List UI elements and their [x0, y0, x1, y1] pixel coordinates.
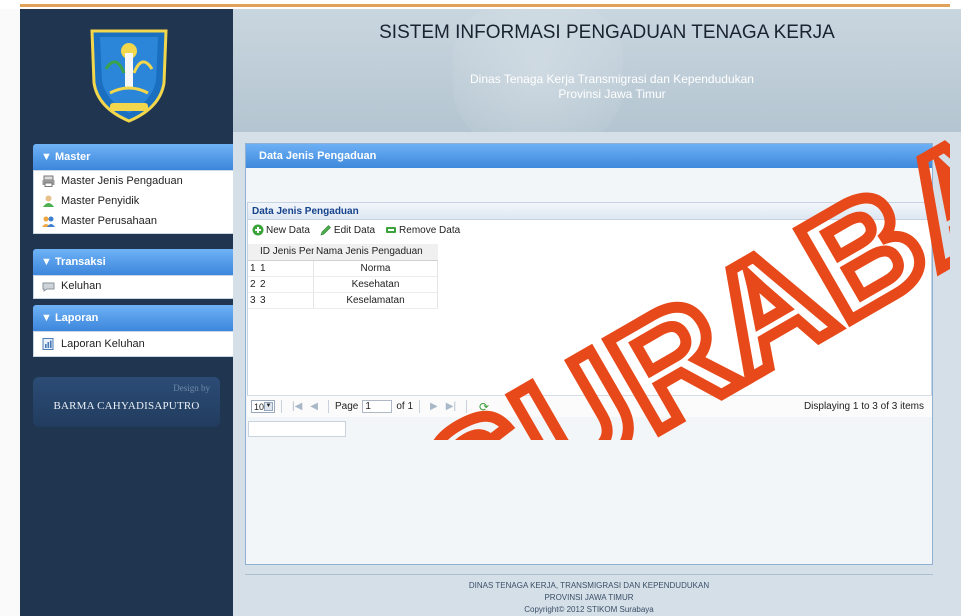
grid-title: Data Jenis Pengaduan	[248, 203, 931, 220]
panel-title: Data Jenis Pengaduan	[246, 144, 932, 168]
cell-id: 1	[258, 261, 314, 276]
grid-table: ID Jenis Pengaduan Nama Jenis Pengaduan …	[248, 244, 438, 309]
top-border	[0, 0, 961, 9]
sidebar: ▼ Master Master Jenis Pengaduan Master P…	[20, 9, 240, 616]
grid-toolbar: New Data Edit Data Remove Data	[248, 220, 931, 240]
page-size-select[interactable]: 10 ▼	[251, 400, 275, 413]
pager-divider	[328, 400, 329, 413]
search-input[interactable]	[248, 421, 346, 437]
row-number: 1	[250, 263, 256, 274]
top-accent-line	[20, 4, 950, 7]
footer-province: PROVINSI JAWA TIMUR	[544, 593, 634, 602]
remove-icon	[386, 227, 397, 233]
last-page-icon[interactable]: ▶|	[446, 401, 456, 412]
footer-agency: DINAS TENAGA KERJA, TRANSMIGRASI DAN KEP…	[468, 581, 710, 590]
sidebar-item-label: Master Jenis Pengaduan	[61, 175, 183, 187]
sidebar-item-laporan-keluhan[interactable]: Laporan Keluhan	[34, 332, 239, 356]
header-banner: SISTEM INFORMASI PENGADUAN TENAGA KERJA …	[233, 9, 961, 132]
sidebar-item-master-perusahaan[interactable]: Master Perusahaan	[34, 211, 239, 231]
complaint-icon	[42, 282, 55, 292]
content-panel: Data Jenis Pengaduan Data Jenis Pengadua…	[245, 143, 933, 565]
sidebar-item-master-jenis-pengaduan[interactable]: Master Jenis Pengaduan	[34, 171, 239, 191]
sidebar-group-master: Master Jenis Pengaduan Master Penyidik M…	[33, 170, 240, 234]
cell-id: 3	[258, 293, 314, 308]
sidebar-item-label: Master Perusahaan	[61, 215, 157, 227]
designer-name: BARMA CAHYADISAPUTRO	[53, 400, 200, 412]
jawa-timur-emblem-icon	[90, 29, 168, 123]
sidebar-item-master-penyidik[interactable]: Master Penyidik	[34, 191, 239, 211]
cell-name: Keselamatan	[314, 293, 438, 308]
edit-data-label: Edit Data	[333, 224, 376, 236]
printer-icon	[42, 175, 55, 187]
column-header-id[interactable]: ID Jenis Pengaduan	[258, 244, 314, 260]
new-data-button[interactable]: New Data	[252, 224, 310, 236]
design-by-label: Design by	[173, 383, 210, 393]
sidebar-item-label: Keluhan	[61, 280, 102, 292]
next-page-icon[interactable]: ▶	[430, 401, 438, 412]
page-label: Page	[335, 401, 359, 412]
row-number: 2	[250, 279, 256, 290]
edit-data-button[interactable]: Edit Data	[320, 224, 375, 236]
users-icon	[42, 216, 55, 227]
report-icon	[42, 338, 54, 350]
cell-name: Kesehatan	[314, 277, 438, 292]
cell-name: Norma	[314, 261, 438, 276]
row-number-header	[248, 244, 258, 260]
main-content: Data Jenis Pengaduan Data Jenis Pengadua…	[233, 132, 961, 616]
page-subtitle-province: Provinsi Jawa Timur	[558, 87, 666, 101]
sidebar-header-laporan[interactable]: ▼ Laporan	[33, 305, 240, 331]
app-frame: ▼ Master Master Jenis Pengaduan Master P…	[0, 0, 961, 616]
page-size-value: 10	[254, 401, 265, 412]
prev-page-icon[interactable]: ◀	[310, 401, 318, 412]
page-subtitle-agency: Dinas Tenaga Kerja Transmigrasi dan Kepe…	[470, 72, 754, 86]
pager-divider	[466, 400, 468, 413]
table-row[interactable]: 3 3 Keselamatan	[248, 293, 438, 309]
page-footer: DINAS TENAGA KERJA, TRANSMIGRASI DAN KEP…	[245, 574, 933, 616]
chevron-down-icon: ▼	[264, 402, 273, 411]
column-header-name[interactable]: Nama Jenis Pengaduan	[314, 244, 438, 260]
pager-display-info: Displaying 1 to 3 of 3 items	[803, 401, 924, 412]
table-row[interactable]: 1 1 Norma	[248, 261, 438, 277]
sidebar-item-label: Laporan Keluhan	[61, 338, 145, 350]
table-row[interactable]: 2 2 Kesehatan	[248, 277, 438, 293]
page-number-input[interactable]: 1	[362, 400, 393, 413]
sidebar-item-label: Master Penyidik	[61, 195, 140, 207]
add-icon	[252, 224, 264, 236]
remove-data-label: Remove Data	[399, 224, 461, 236]
sidebar-item-keluhan[interactable]: Keluhan	[34, 276, 239, 296]
table-header: ID Jenis Pengaduan Nama Jenis Pengaduan	[248, 244, 438, 261]
footer-copyright: Copyright© 2012 STIKOM Surabaya	[524, 605, 654, 614]
cell-id: 2	[258, 277, 314, 292]
page-number-value: 1	[365, 401, 371, 412]
page-title: SISTEM INFORMASI PENGADUAN TENAGA KERJA	[379, 22, 835, 43]
first-page-icon[interactable]: |◀	[292, 401, 302, 412]
new-data-label: New Data	[266, 224, 310, 236]
designer-credit: Design by BARMA CAHYADISAPUTRO	[33, 377, 220, 427]
sidebar-group-transaksi: Keluhan	[33, 275, 240, 299]
sidebar-group-laporan: Laporan Keluhan	[33, 331, 240, 357]
pager-divider	[419, 400, 421, 413]
page-count-label: of 1	[396, 401, 414, 412]
pencil-icon	[320, 225, 331, 236]
user-icon	[43, 195, 54, 207]
remove-data-button[interactable]: Remove Data	[385, 224, 460, 236]
pager-divider	[281, 400, 282, 413]
pagination-bar: 10 ▼ |◀ ◀ Page 1 of 1 ▶ ▶| ⟳ Displaying …	[247, 395, 932, 417]
refresh-icon[interactable]: ⟳	[479, 400, 489, 414]
sidebar-header-master[interactable]: ▼ Master	[33, 144, 240, 170]
data-grid: Data Jenis Pengaduan New Data Edit Data …	[247, 202, 932, 404]
row-number: 3	[250, 295, 256, 306]
sidebar-header-transaksi[interactable]: ▼ Transaksi	[33, 249, 240, 275]
